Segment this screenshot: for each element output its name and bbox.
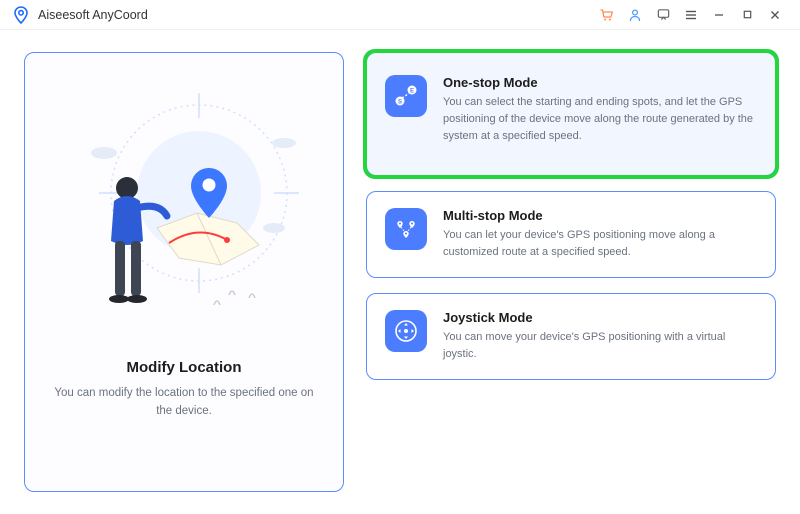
main-content: Modify Location You can modify the locat…	[0, 30, 800, 514]
modify-location-title: Modify Location	[127, 359, 242, 376]
multi-stop-mode-title: Multi-stop Mode	[443, 208, 757, 223]
feedback-icon[interactable]	[650, 2, 676, 28]
multi-stop-mode-card[interactable]: Multi-stop Mode You can let your device'…	[366, 191, 776, 278]
cart-icon[interactable]	[594, 2, 620, 28]
svg-text:E: E	[410, 88, 414, 94]
app-window: Aiseesoft AnyCoord	[0, 0, 800, 514]
joystick-mode-card[interactable]: Joystick Mode You can move your device's…	[366, 293, 776, 380]
close-button[interactable]	[762, 2, 788, 28]
titlebar: Aiseesoft AnyCoord	[0, 0, 800, 30]
maximize-button[interactable]	[734, 2, 760, 28]
one-stop-mode-card[interactable]: S E One-stop Mode You can select the sta…	[366, 52, 776, 176]
app-title: Aiseesoft AnyCoord	[38, 8, 148, 22]
one-stop-mode-title: One-stop Mode	[443, 75, 757, 90]
mode-list: S E One-stop Mode You can select the sta…	[366, 52, 776, 492]
joystick-mode-title: Joystick Mode	[443, 310, 757, 325]
menu-icon[interactable]	[678, 2, 704, 28]
multi-stop-mode-desc: You can let your device's GPS positionin…	[443, 227, 757, 261]
joystick-mode-desc: You can move your device's GPS positioni…	[443, 329, 757, 363]
modify-location-desc: You can modify the location to the speci…	[47, 384, 321, 421]
user-icon[interactable]	[622, 2, 648, 28]
svg-text:S: S	[398, 99, 402, 105]
multi-stop-mode-icon	[385, 208, 427, 250]
app-logo-icon	[12, 6, 30, 24]
modify-location-illustration	[49, 73, 319, 353]
minimize-button[interactable]	[706, 2, 732, 28]
modify-location-card[interactable]: Modify Location You can modify the locat…	[24, 52, 344, 492]
one-stop-mode-icon: S E	[385, 75, 427, 117]
joystick-mode-icon	[385, 310, 427, 352]
one-stop-mode-desc: You can select the starting and ending s…	[443, 94, 757, 145]
